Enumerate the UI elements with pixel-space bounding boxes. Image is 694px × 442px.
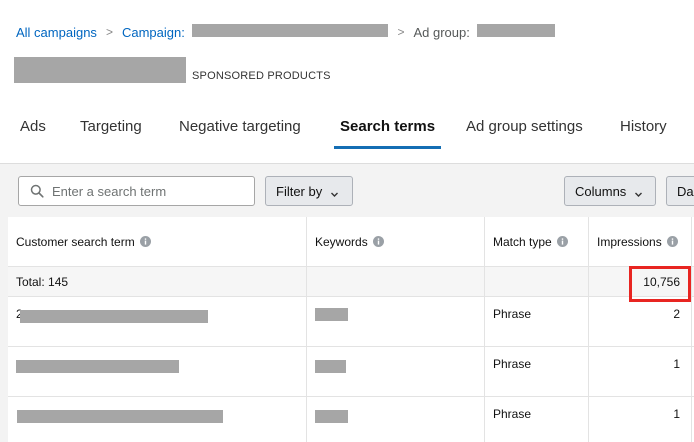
redacted-campaign-name xyxy=(192,24,389,37)
search-icon xyxy=(30,184,44,198)
impressions-cell: 1 xyxy=(589,347,692,396)
search-term-cell: 2 xyxy=(8,297,307,346)
search-input[interactable] xyxy=(52,183,242,199)
search-term-cell xyxy=(8,397,307,442)
table-total-row: Total: 145 10,756 xyxy=(8,267,694,297)
info-icon[interactable] xyxy=(666,236,678,247)
date-range-label: Da xyxy=(677,183,694,199)
total-keywords-cell xyxy=(307,267,485,296)
columns-label: Columns xyxy=(575,183,627,199)
chevron-down-icon xyxy=(330,187,339,197)
keyword-cell xyxy=(307,347,485,396)
breadcrumb-separator: > xyxy=(397,25,405,39)
impressions-cell: 2 xyxy=(589,297,692,346)
redacted-search-term xyxy=(20,310,208,323)
tab-ad-group-settings[interactable]: Ad group settings xyxy=(466,108,583,150)
redacted-search-term xyxy=(16,360,179,373)
campaign-type-badge: SPONSORED PRODUCTS xyxy=(192,70,331,82)
filter-by-label: Filter by xyxy=(276,183,323,199)
column-header-label: Impressions xyxy=(597,234,662,249)
table-row[interactable]: 2 Phrase 2 xyxy=(8,297,694,347)
search-box xyxy=(18,176,255,206)
tab-targeting[interactable]: Targeting xyxy=(80,108,142,150)
search-terms-table: Customer search term Keywords Match type… xyxy=(8,217,694,442)
total-match-type-cell xyxy=(485,267,589,296)
info-icon[interactable] xyxy=(139,236,151,247)
tab-negative-targeting[interactable]: Negative targeting xyxy=(179,108,301,150)
chevron-down-icon xyxy=(634,187,643,197)
column-header-label: Customer search term xyxy=(16,234,135,249)
column-header-customer-search-term[interactable]: Customer search term xyxy=(8,217,307,266)
breadcrumb-all-campaigns[interactable]: All campaigns xyxy=(16,25,97,40)
column-header-keywords[interactable]: Keywords xyxy=(307,217,485,266)
keyword-cell xyxy=(307,297,485,346)
match-type-cell: Phrase xyxy=(485,297,589,346)
breadcrumb-separator: > xyxy=(105,25,113,39)
page-title-row: SPONSORED PRODUCTS xyxy=(14,57,331,83)
total-impressions-highlight xyxy=(629,266,691,302)
search-term-cell xyxy=(8,347,307,396)
impressions-cell: 1 xyxy=(589,397,692,442)
tab-search-terms[interactable]: Search terms xyxy=(333,108,442,150)
breadcrumb-campaign-label: Campaign: xyxy=(121,25,185,40)
info-icon[interactable] xyxy=(556,236,568,247)
date-range-button[interactable]: Da xyxy=(666,176,694,206)
redacted-keyword xyxy=(315,308,348,321)
info-icon[interactable] xyxy=(372,236,384,247)
column-header-match-type[interactable]: Match type xyxy=(485,217,589,266)
match-type-cell: Phrase xyxy=(485,397,589,442)
column-header-impressions[interactable]: Impressions xyxy=(589,217,692,266)
table-header-row: Customer search term Keywords Match type… xyxy=(8,217,694,267)
column-header-label: Match type xyxy=(493,234,552,249)
breadcrumb-campaign[interactable]: Campaign: xyxy=(122,24,389,40)
breadcrumb: All campaigns > Campaign: > Ad group: xyxy=(16,22,556,42)
tab-ads[interactable]: Ads xyxy=(20,108,46,150)
redacted-page-title xyxy=(14,57,186,83)
columns-button[interactable]: Columns xyxy=(564,176,656,206)
redacted-keyword xyxy=(315,360,346,373)
redacted-search-term xyxy=(17,410,223,423)
search-terms-page: All campaigns > Campaign: > Ad group: SP… xyxy=(0,0,694,442)
table-row[interactable]: Phrase 1 xyxy=(8,397,694,442)
breadcrumb-ad-group-label: Ad group: xyxy=(413,25,470,40)
tab-bar: Ads Targeting Negative targeting Search … xyxy=(0,108,694,150)
filter-by-button[interactable]: Filter by xyxy=(265,176,353,206)
match-type-cell: Phrase xyxy=(485,347,589,396)
total-count: Total: 145 xyxy=(8,267,307,296)
redacted-keyword xyxy=(315,410,348,423)
breadcrumb-ad-group: Ad group: xyxy=(413,24,556,40)
tab-history[interactable]: History xyxy=(620,108,667,150)
redacted-ad-group-name xyxy=(477,24,556,37)
keyword-cell xyxy=(307,397,485,442)
column-header-label: Keywords xyxy=(315,234,368,249)
table-row[interactable]: Phrase 1 xyxy=(8,347,694,397)
